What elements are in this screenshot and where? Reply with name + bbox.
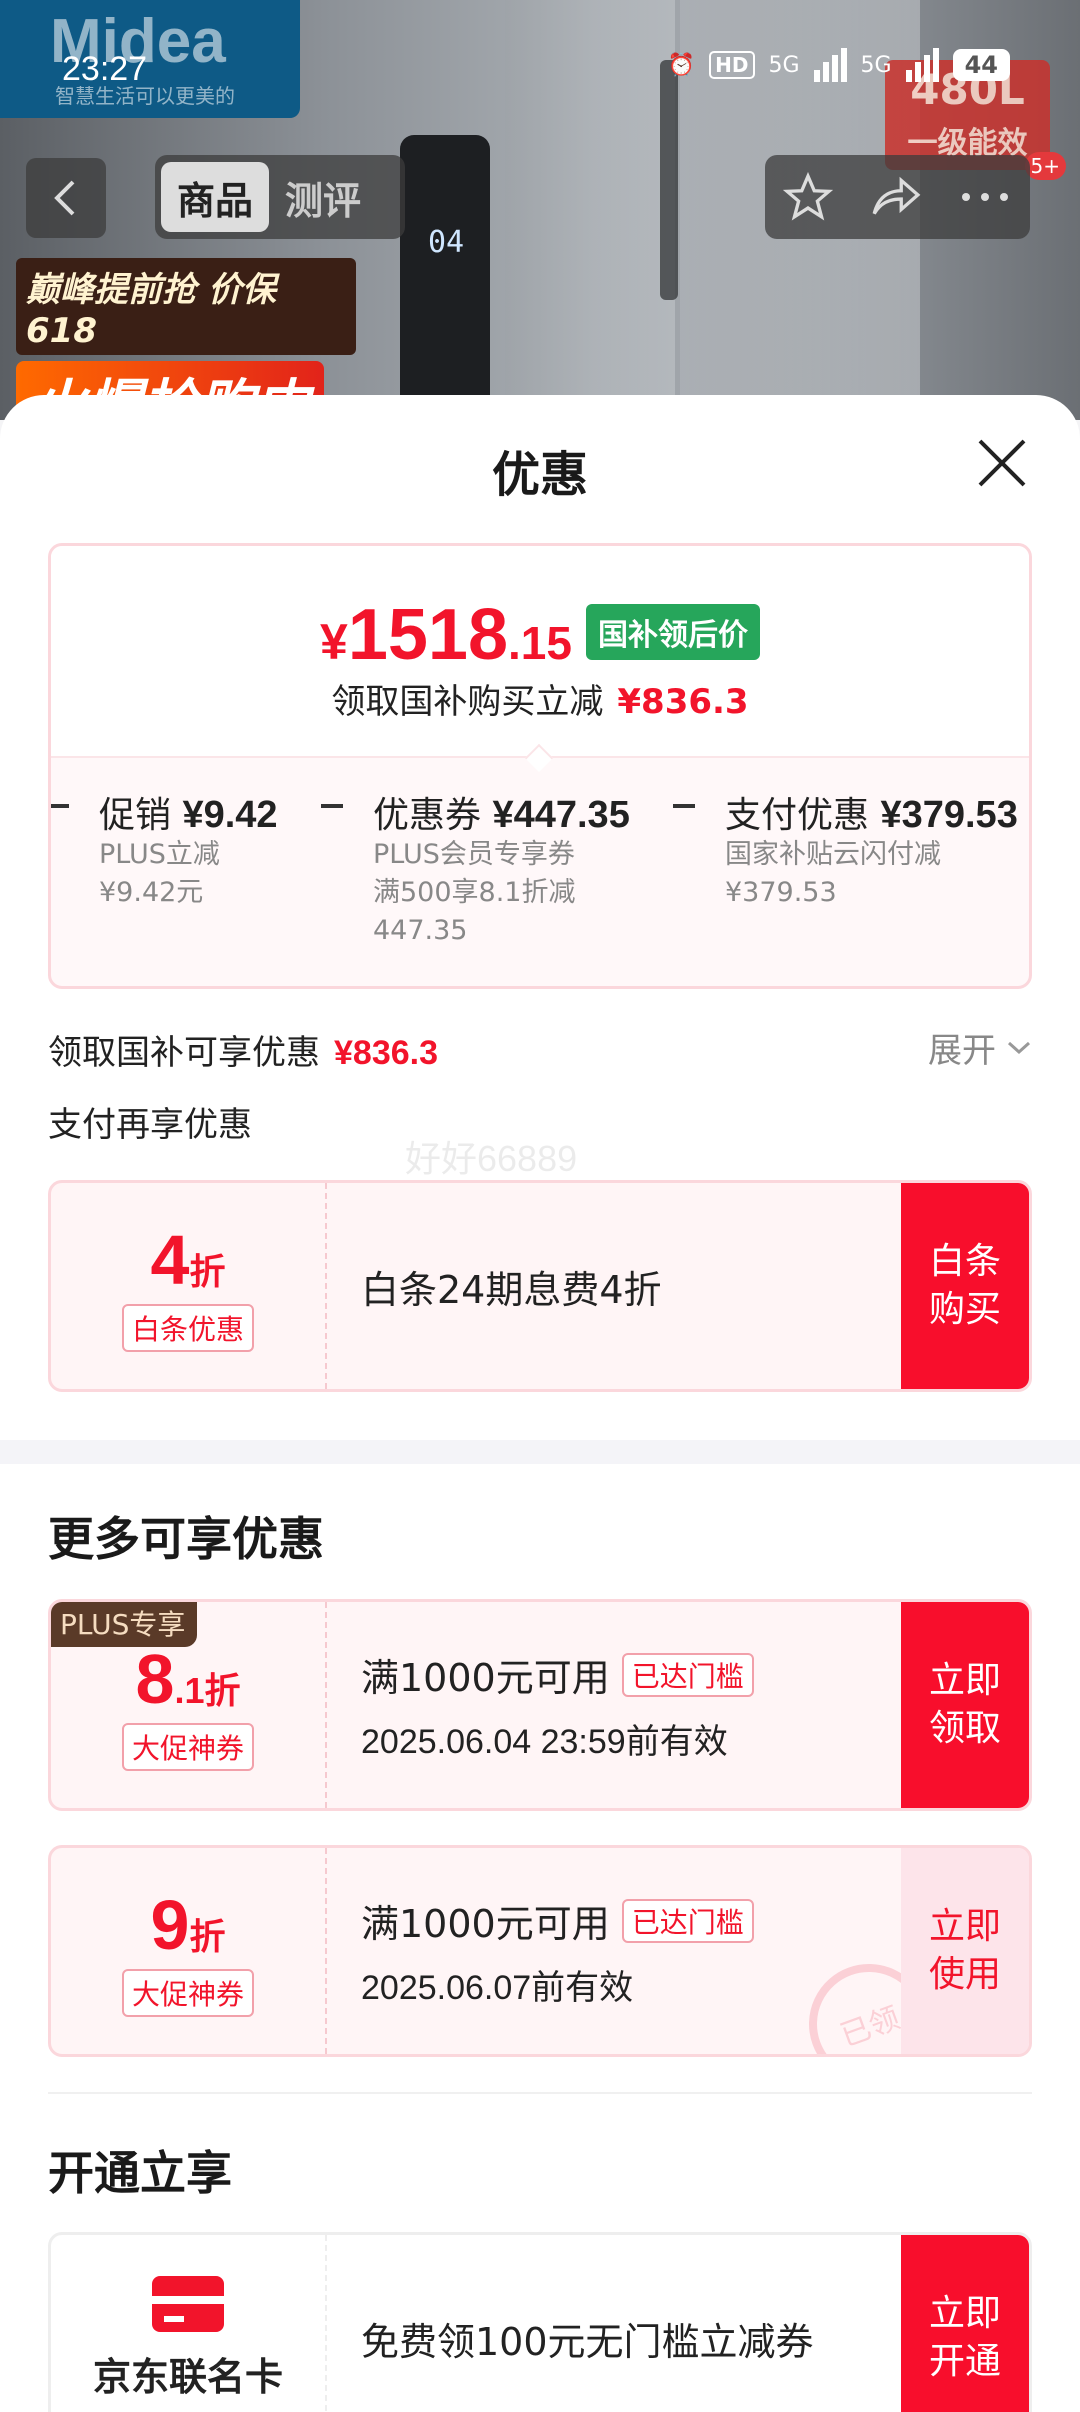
coupon-condition: 满1000元可用 xyxy=(361,1902,610,1946)
coupon-card: 9折 大促神券 满1000元可用 已达门槛 2025.06.07前有效 已领 立即… xyxy=(48,1845,1032,2057)
price-row: ¥1518.15 国补领后价 xyxy=(51,594,1029,676)
watermark-text: 好好66889 xyxy=(405,1138,578,1179)
net-5g-label-2: 5G xyxy=(860,52,892,78)
discount-amount: ¥379.53 xyxy=(880,794,1018,836)
threshold-reached-tag: 已达门槛 xyxy=(621,1898,754,1943)
minus-icon xyxy=(673,804,695,808)
close-icon[interactable] xyxy=(972,433,1032,493)
coupon-info: 免费领100元无门槛立减券 xyxy=(361,2235,814,2412)
sheet-title: 优惠 xyxy=(491,447,588,503)
status-icons: ⏰ HD 5G 5G 44 xyxy=(668,48,1010,82)
open-benefit-title: 开通立享 xyxy=(48,2146,232,2200)
discount-title: 优惠券 xyxy=(373,795,482,836)
final-price: ¥1518.15 xyxy=(320,595,572,675)
fridge-door-left xyxy=(505,0,675,420)
tab-review[interactable]: 测评 xyxy=(269,162,377,232)
coupon-validity: 2025.06.07前有效 xyxy=(361,1969,634,2007)
battery-icon: 44 xyxy=(952,49,1010,81)
discount-amount: ¥447.35 xyxy=(492,794,630,836)
use-coupon-button[interactable]: 立即 使用 xyxy=(901,1848,1029,2054)
discount-desc: ¥9.42元 xyxy=(99,877,204,908)
card-name: 京东联名卡 xyxy=(92,2354,283,2399)
back-button[interactable] xyxy=(26,158,106,238)
chevron-left-icon xyxy=(54,180,75,216)
discount-desc: 447.35 xyxy=(373,915,468,946)
image-count-badge: 5+ xyxy=(1024,152,1066,180)
fridge-control-panel: 04 xyxy=(400,135,490,415)
coupon-info: 满1000元可用 已达门槛 2025.06.04 23:59前有效 xyxy=(361,1602,754,1808)
subsidy-amount: ¥836.3 xyxy=(334,1034,438,1072)
coupon-info: 白条24期息费4折 xyxy=(361,1183,662,1389)
subsidy-text: 领取国补可享优惠 xyxy=(48,1033,320,1073)
card-offer-text: 免费领100元无门槛立减券 xyxy=(361,2319,814,2364)
discount-rate: 4折 xyxy=(150,1221,226,1299)
coupon-type-tag: 白条优惠 xyxy=(121,1304,254,1352)
fridge-handle xyxy=(660,60,678,300)
discount-sheet: 优惠 ¥1518.15 国补领后价 领取国补购买立减 ¥836.3 促销 ¥9.4… xyxy=(0,395,1080,2412)
signal-icon xyxy=(813,48,847,82)
discount-desc: ¥379.53 xyxy=(725,877,837,908)
status-time: 23:27 xyxy=(62,50,148,88)
more-icon[interactable] xyxy=(958,187,1012,207)
promo-banner: 巅峰提前抢 价保618 火爆抢购中 xyxy=(16,258,356,420)
alarm-icon: ⏰ xyxy=(667,52,696,78)
subsidy-line: 领取国补可享优惠 ¥836.3 xyxy=(48,1025,1032,1074)
threshold-reached-tag: 已达门槛 xyxy=(621,1652,754,1697)
nav-tabs: 商品 测评 xyxy=(155,155,405,239)
discount-rate: 8.1折 xyxy=(135,1640,241,1718)
more-offers-title: 更多可享优惠 xyxy=(48,1512,324,1566)
expand-button[interactable]: 展开 xyxy=(928,1023,1032,1072)
coupon-left: 8.1折 大促神券 xyxy=(51,1602,327,1808)
coupon-validity: 2025.06.04 23:59前有效 xyxy=(361,1723,728,1761)
share-icon[interactable] xyxy=(868,172,922,222)
section-divider xyxy=(0,1440,1080,1464)
coupon-info: 满1000元可用 已达门槛 2025.06.07前有效 xyxy=(361,1848,754,2054)
discount-desc: PLUS会员专享券 xyxy=(373,839,575,870)
baitiao-offer: 4折 白条优惠 白条24期息费4折 白条 购买 xyxy=(48,1180,1032,1392)
coupon-left: 4折 白条优惠 xyxy=(51,1183,327,1389)
hd-icon: HD xyxy=(709,51,755,79)
discount-desc: 满500享8.1折减 xyxy=(373,877,576,908)
coupon-type-tag: 大促神券 xyxy=(121,1969,254,2017)
baitiao-buy-button[interactable]: 白条 购买 xyxy=(901,1183,1029,1389)
minus-icon xyxy=(51,804,69,808)
chevron-down-icon xyxy=(1007,1041,1031,1054)
claim-coupon-button[interactable]: 立即 领取 xyxy=(901,1602,1029,1808)
discount-desc: 国家补贴云闪付减 xyxy=(725,839,941,870)
cobrand-card-offer: 京东联名卡 免费领100元无门槛立减券 立即 开通 xyxy=(48,2232,1032,2412)
promo-line-1: 巅峰提前抢 价保618 xyxy=(16,258,356,355)
price-summary-card: ¥1518.15 国补领后价 领取国补购买立减 ¥836.3 促销 ¥9.42 P… xyxy=(48,543,1032,989)
open-card-button[interactable]: 立即 开通 xyxy=(901,2235,1029,2412)
price-top: ¥1518.15 国补领后价 领取国补购买立减 ¥836.3 xyxy=(51,546,1029,758)
nav-actions xyxy=(765,155,1030,239)
subsidy-price-tag: 国补领后价 xyxy=(585,604,760,660)
brand-logo: Midea 智慧生活可以更美的 xyxy=(0,0,300,118)
net-5g-label: 5G xyxy=(768,52,800,78)
price-sub-line: 领取国补购买立减 ¥836.3 xyxy=(331,682,749,722)
coupon-left: 京东联名卡 xyxy=(51,2235,327,2412)
signal-icon-2 xyxy=(905,48,939,82)
coupon-type-tag: 大促神券 xyxy=(121,1723,254,1771)
discount-amount: ¥9.42 xyxy=(182,794,278,836)
panel-display: 04 xyxy=(428,225,465,260)
divider-line xyxy=(48,2092,1032,2094)
discount-title: 支付优惠 xyxy=(725,795,870,836)
credit-card-icon xyxy=(152,2275,224,2332)
minus-icon xyxy=(321,804,343,808)
discount-title: 促销 xyxy=(99,795,172,836)
expand-label: 展开 xyxy=(928,1031,996,1071)
coupon-left: 9折 大促神券 xyxy=(51,1848,327,2054)
tab-product[interactable]: 商品 xyxy=(161,162,270,232)
baitiao-text: 白条24期息费4折 xyxy=(361,1267,662,1312)
coupon-condition: 满1000元可用 xyxy=(361,1656,610,1700)
discount-rate: 9折 xyxy=(150,1886,226,1964)
coupon-card: PLUS专享 8.1折 大促神券 满1000元可用 已达门槛 2025.06.04… xyxy=(48,1599,1032,1811)
star-icon[interactable] xyxy=(782,172,833,222)
discount-desc: PLUS立减 xyxy=(99,839,220,870)
